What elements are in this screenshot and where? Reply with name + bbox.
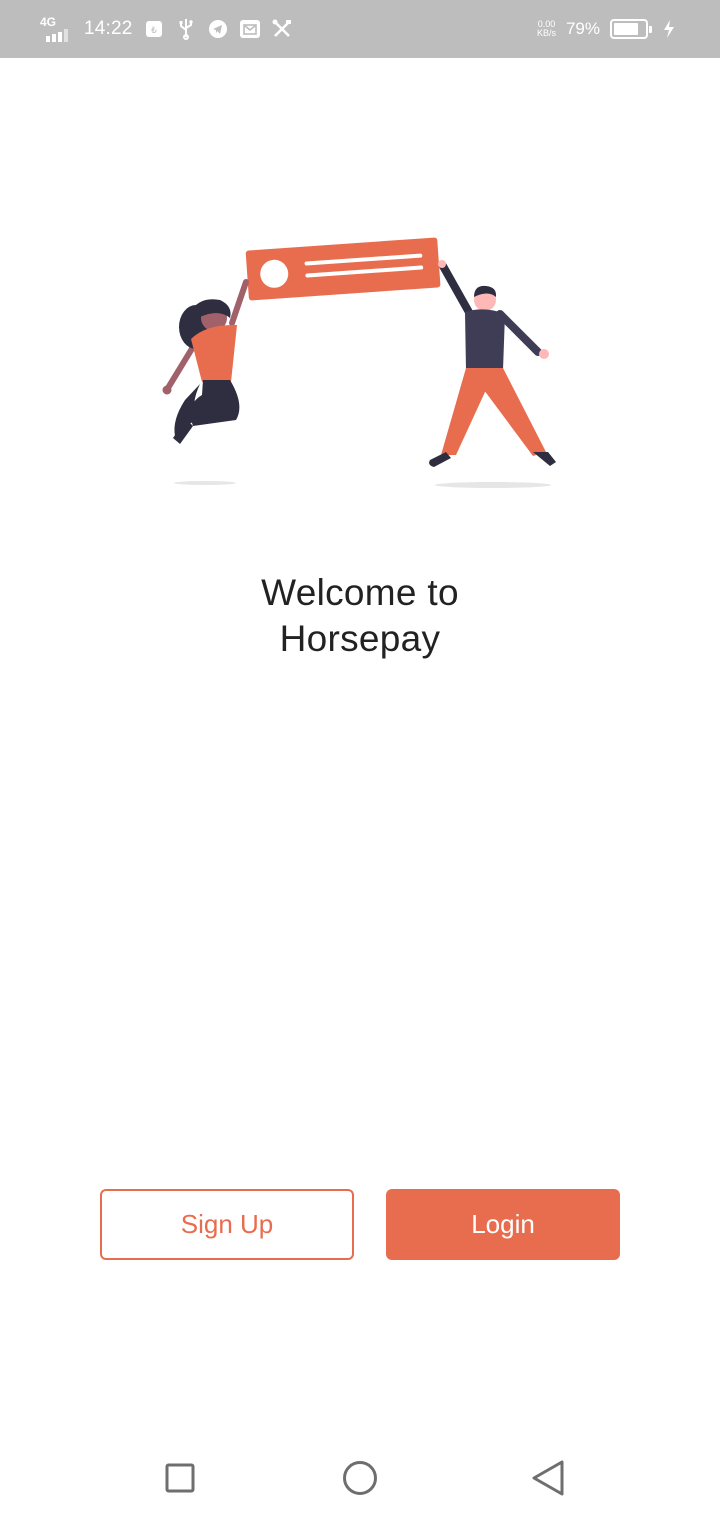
battery-icon	[610, 19, 652, 39]
tools-icon	[271, 18, 293, 40]
network-speed: 0.00 KB/s	[537, 20, 556, 38]
triangle-back-icon	[532, 1460, 564, 1496]
man-figure	[429, 260, 556, 467]
svg-text:₺: ₺	[151, 26, 157, 36]
battery-percent: 79%	[565, 19, 600, 38]
battery-tip	[649, 26, 652, 33]
sim-card-icon: ₺	[143, 18, 165, 40]
status-bar-left: 4G 14:22 ₺	[40, 14, 293, 44]
clock-time: 14:22	[84, 18, 133, 39]
recents-button[interactable]	[160, 1458, 200, 1498]
welcome-line-1: Welcome to	[261, 572, 459, 613]
usb-icon	[175, 18, 197, 40]
back-button[interactable]	[528, 1458, 568, 1498]
welcome-line-2: Horsepay	[279, 618, 441, 659]
sign-up-button[interactable]: Sign Up	[100, 1189, 354, 1260]
message-card-graphic	[245, 237, 441, 301]
telegram-icon	[207, 18, 229, 40]
square-icon	[165, 1463, 195, 1493]
navigation-bar	[0, 1430, 720, 1520]
login-button[interactable]: Login	[386, 1189, 620, 1260]
signal-bars-icon	[46, 29, 68, 42]
sign-up-button-label: Sign Up	[180, 1209, 274, 1239]
welcome-heading: Welcome to Horsepay	[160, 570, 560, 662]
mail-app-icon	[239, 18, 261, 40]
status-bar-right: 0.00 KB/s 79%	[537, 14, 680, 44]
charging-icon	[658, 18, 680, 40]
circle-icon	[343, 1461, 377, 1495]
battery-fill	[614, 23, 638, 35]
network-speed-unit: KB/s	[536, 28, 556, 38]
login-button-label: Login	[471, 1209, 535, 1239]
network-indicator: 4G	[40, 16, 74, 42]
welcome-illustration	[162, 237, 556, 488]
network-type-label: 4G	[40, 15, 57, 29]
status-bar: 4G 14:22 ₺ 0.00 KB/s 79%	[0, 0, 720, 58]
man-shadow	[435, 482, 551, 488]
woman-figure	[162, 279, 249, 444]
woman-shadow	[174, 481, 236, 485]
home-button[interactable]	[340, 1458, 380, 1498]
